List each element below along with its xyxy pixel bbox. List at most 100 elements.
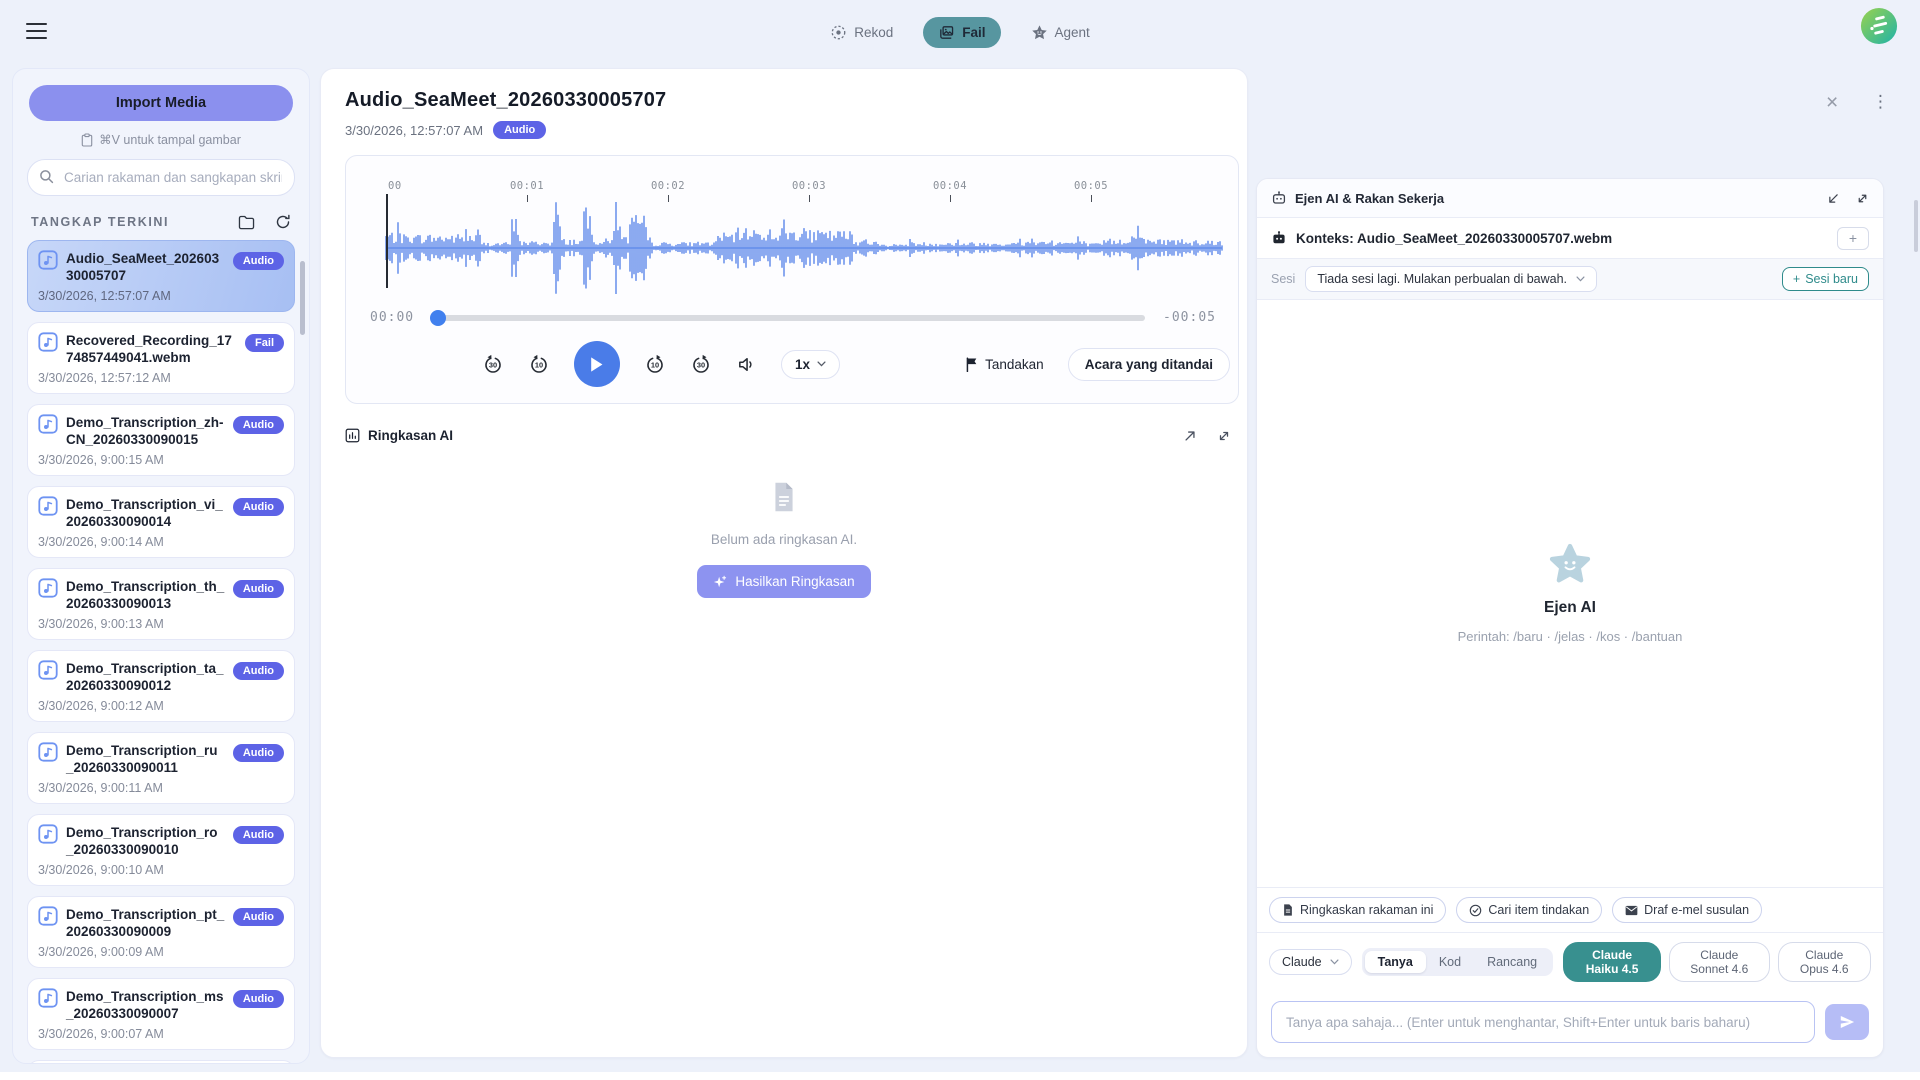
app-logo[interactable] [1860, 7, 1898, 45]
play-icon [589, 356, 604, 373]
playback-slider[interactable] [432, 315, 1145, 321]
check-circle-icon [1469, 904, 1482, 917]
recording-type-badge: Audio [493, 121, 546, 139]
recording-list-item[interactable]: Demo_Transcription_zh-CN_20260330090015 … [27, 404, 295, 476]
sidebar-scrollbar[interactable] [300, 261, 305, 335]
add-context-button[interactable]: + [1837, 227, 1869, 250]
audio-file-icon [38, 906, 58, 926]
kebab-menu-icon[interactable]: ⋮ [1872, 93, 1889, 110]
recording-list-item[interactable]: Demo_Transcription_ta_20260330090012 Aud… [27, 650, 295, 722]
item-badge: Audio [233, 908, 284, 926]
agent-panel-title: Ejen AI & Rakan Sekerja [1295, 191, 1444, 206]
recording-date: 3/30/2026, 12:57:07 AM [345, 123, 483, 138]
expand-panel-icon[interactable] [1856, 192, 1869, 205]
quick-action-action-items[interactable]: Cari item tindakan [1456, 897, 1602, 923]
waveform-seek-area[interactable]: 0000:0100:0200:0300:0400:05 [386, 180, 1222, 300]
recording-list-item[interactable]: Audio_SeaMeet_20260330005707 Audio 3/30/… [27, 240, 295, 312]
provider-dropdown[interactable]: Claude [1269, 949, 1352, 975]
recording-detail-card: Audio_SeaMeet_20260330005707 3/30/2026, … [320, 68, 1248, 1058]
waveform-svg [386, 198, 1222, 298]
mark-button[interactable]: Tandakan [959, 356, 1050, 373]
chevron-down-icon [1330, 959, 1339, 965]
send-button[interactable] [1825, 1004, 1869, 1040]
mode-tanya[interactable]: Tanya [1365, 951, 1426, 973]
folder-icon[interactable] [238, 215, 255, 230]
skip-forward-30-button[interactable]: 30 [690, 353, 712, 375]
playback-speed-button[interactable]: 1x [781, 350, 840, 379]
recording-list-item[interactable]: Recovered_Recording_1774857449041.webm F… [27, 322, 295, 394]
mode-rancang[interactable]: Rancang [1474, 951, 1550, 973]
tab-agent[interactable]: Agent [1027, 17, 1094, 48]
waveform-path [386, 202, 1222, 294]
top-bar: Rekod Fail Agent [0, 0, 1920, 64]
model-claude-opus[interactable]: Claude Opus 4.6 [1778, 942, 1871, 982]
import-media-button[interactable]: Import Media [29, 85, 293, 121]
audio-file-icon [38, 414, 58, 434]
mode-kod[interactable]: Kod [1426, 951, 1474, 973]
item-badge: Audio [233, 744, 284, 762]
svg-text:10: 10 [535, 361, 543, 370]
open-external-icon[interactable] [1183, 429, 1197, 443]
tab-fail[interactable]: Fail [923, 17, 1000, 48]
volume-icon[interactable] [736, 354, 757, 375]
item-date: 3/30/2026, 9:00:13 AM [38, 617, 284, 631]
session-dropdown[interactable]: Tiada sesi lagi. Mulakan perbualan di ba… [1305, 266, 1597, 292]
agent-message-input[interactable] [1271, 1001, 1815, 1043]
skip-forward-10-button[interactable]: 10 [644, 353, 666, 375]
model-claude-sonnet[interactable]: Claude Sonnet 4.6 [1669, 942, 1769, 982]
item-date: 3/30/2026, 9:00:14 AM [38, 535, 284, 549]
item-badge: Audio [233, 990, 284, 1008]
audio-file-icon [38, 578, 58, 598]
item-date: 3/30/2026, 9:00:09 AM [38, 945, 284, 959]
slider-thumb[interactable] [430, 310, 446, 326]
model-claude-haiku[interactable]: Claude Haiku 4.5 [1563, 942, 1661, 982]
document-icon [1282, 903, 1294, 917]
tab-rekod[interactable]: Rekod [826, 17, 897, 48]
ruler-tick-label: 00 [388, 180, 402, 192]
search-icon [39, 169, 54, 184]
close-icon[interactable]: × [1826, 92, 1838, 113]
recording-list-item[interactable]: Demo_Transcription_th_20260330090013 Aud… [27, 568, 295, 640]
skip-back-10-button[interactable]: 10 [528, 353, 550, 375]
agent-panel: Ejen AI & Rakan Sekerja Konteks: Audio_S… [1256, 178, 1884, 1058]
item-date: 3/30/2026, 9:00:10 AM [38, 863, 284, 877]
refresh-icon[interactable] [275, 214, 291, 230]
paste-hint: ⌘V untuk tampal gambar [25, 132, 297, 147]
menu-icon[interactable] [26, 19, 50, 43]
ruler-tick-label: 00:01 [510, 180, 544, 192]
ruler-tick-label: 00:05 [1074, 180, 1108, 192]
item-date: 3/30/2026, 9:00:12 AM [38, 699, 284, 713]
quick-action-summarize[interactable]: Ringkaskan rakaman ini [1269, 897, 1446, 923]
recording-list-item[interactable]: Demo_Transcription_ru_20260330090011 Aud… [27, 732, 295, 804]
skip-back-30-button[interactable]: 30 [482, 353, 504, 375]
expand-icon[interactable] [1217, 429, 1231, 443]
quick-action-draft-email[interactable]: Draf e-mel susulan [1612, 897, 1762, 923]
item-badge: Audio [233, 498, 284, 516]
recording-list-item[interactable]: Demo_Transcription_ro_20260330090010 Aud… [27, 814, 295, 886]
generate-summary-button[interactable]: Hasilkan Ringkasan [697, 565, 870, 598]
item-title: Demo_Transcription_ta_20260330090012 [66, 660, 225, 694]
recording-list-item[interactable]: Demo_Transcription_vi_20260330090014 Aud… [27, 486, 295, 558]
current-time: 00:00 [370, 310, 414, 325]
new-session-button[interactable]: + Sesi baru [1782, 267, 1869, 291]
summary-icon [345, 428, 360, 443]
recording-list-item[interactable] [27, 1060, 295, 1064]
empty-document-icon [770, 481, 798, 513]
files-icon [938, 24, 955, 41]
item-badge: Audio [233, 662, 284, 680]
play-button[interactable] [574, 341, 620, 387]
ruler-tick-label: 00:02 [651, 180, 685, 192]
item-date: 3/30/2026, 9:00:15 AM [38, 453, 284, 467]
tab-fail-label: Fail [962, 25, 985, 40]
svg-text:30: 30 [489, 361, 497, 370]
collapse-icon[interactable] [1827, 192, 1840, 205]
playhead-cursor[interactable] [386, 194, 388, 288]
summary-empty-text: Belum ada ringkasan AI. [321, 532, 1247, 547]
agent-star-smiley-icon [1549, 543, 1591, 585]
page-scrollbar[interactable] [1914, 200, 1918, 252]
search-input[interactable] [27, 159, 295, 196]
recording-list-item[interactable]: Demo_Transcription_ms_20260330090007 Aud… [27, 978, 295, 1050]
agent-empty-title: Ejen AI [1544, 599, 1596, 617]
marked-events-button[interactable]: Acara yang ditandai [1068, 348, 1230, 381]
recording-list-item[interactable]: Demo_Transcription_pt_20260330090009 Aud… [27, 896, 295, 968]
